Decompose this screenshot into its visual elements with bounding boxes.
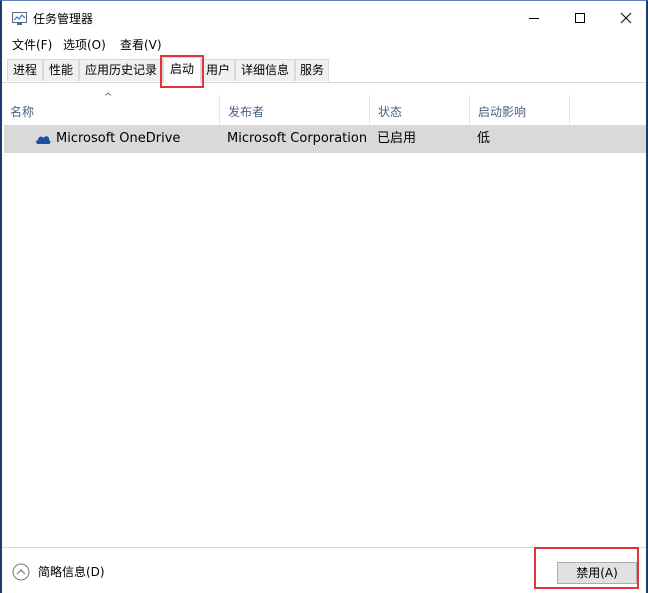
menu-view[interactable]: 查看(V) (118, 37, 164, 53)
tab-users[interactable]: 用户 (201, 59, 235, 81)
close-icon (620, 12, 632, 24)
tab-details[interactable]: 详细信息 (235, 59, 295, 81)
tab-performance[interactable]: 性能 (43, 59, 79, 81)
disable-button[interactable]: 禁用(A) (557, 562, 637, 584)
row-publisher: Microsoft Corporation (227, 131, 368, 146)
row-status: 已启用 (377, 131, 417, 146)
menu-options[interactable]: 选项(O) (61, 37, 108, 53)
tab-strip: 进程 性能 应用历史记录 启动 用户 详细信息 服务 (2, 57, 646, 83)
tab-services[interactable]: 服务 (295, 59, 329, 81)
task-manager-window: 任务管理器 文件(F) 选项(O) 查看(V) 进程 性能 应用历史记录 启动 … (0, 0, 648, 593)
task-manager-app-icon (12, 12, 27, 25)
fewer-details-link[interactable]: 简略信息(D) (38, 564, 105, 580)
column-publisher[interactable]: 发布者 (220, 95, 370, 125)
tab-processes[interactable]: 进程 (7, 59, 43, 81)
menu-bar: 文件(F) 选项(O) 查看(V) (2, 35, 646, 55)
column-status[interactable]: 状态 (370, 95, 470, 125)
table-row[interactable]: Microsoft OneDrive Microsoft Corporation… (4, 125, 646, 153)
collapse-chevron-up-icon[interactable] (12, 563, 30, 581)
column-startup-impact[interactable]: 启动影响 (470, 95, 570, 125)
maximize-button[interactable] (557, 1, 603, 35)
window-title: 任务管理器 (33, 12, 94, 26)
close-button[interactable] (603, 1, 648, 35)
maximize-icon (575, 13, 585, 23)
minimize-icon (529, 18, 539, 19)
footer-bar: 简略信息(D) 禁用(A) (2, 547, 646, 593)
tab-startup[interactable]: 启动 (163, 57, 201, 83)
row-startup-impact: 低 (477, 131, 491, 146)
column-name[interactable]: 名称 (2, 95, 220, 125)
minimize-button[interactable] (511, 1, 557, 35)
table-header: 名称 发布者 状态 启动影响 (2, 95, 646, 125)
row-name: Microsoft OneDrive (56, 131, 181, 146)
title-bar[interactable]: 任务管理器 (2, 1, 646, 35)
tab-app-history[interactable]: 应用历史记录 (79, 59, 163, 81)
onedrive-cloud-icon (36, 136, 51, 144)
menu-file[interactable]: 文件(F) (10, 37, 54, 53)
